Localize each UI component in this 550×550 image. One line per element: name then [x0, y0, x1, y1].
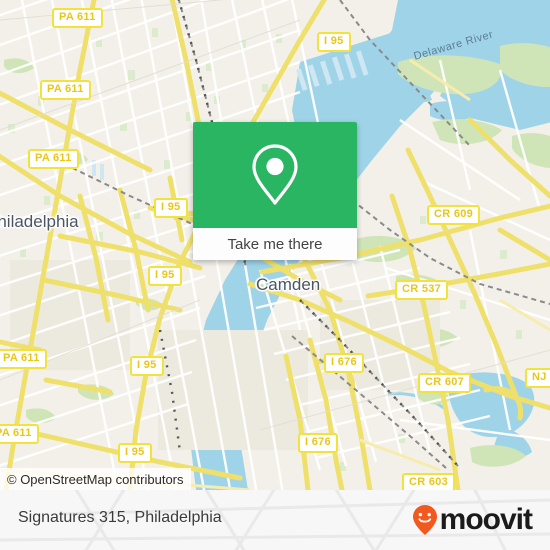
- moovit-pin-icon: [412, 505, 437, 535]
- shield-i-676-b[interactable]: I 676: [298, 433, 338, 453]
- shield-i-95-a[interactable]: I 95: [317, 32, 351, 52]
- map-pin-icon: [252, 144, 298, 205]
- shield-nj-3[interactable]: NJ 3: [525, 368, 550, 388]
- shield-pa-611-d[interactable]: PA 611: [0, 349, 47, 369]
- shield-cr-537[interactable]: CR 537: [395, 280, 449, 300]
- footer-bar: Signatures 315, Philadelphia moovit: [0, 490, 550, 550]
- osm-attribution[interactable]: © OpenStreetMap contributors: [0, 468, 191, 490]
- philadelphia-label: Philadelphia: [0, 212, 79, 231]
- shield-i-95-c[interactable]: I 95: [148, 266, 182, 286]
- take-me-there-button[interactable]: Take me there: [193, 228, 357, 260]
- shield-i-95-d[interactable]: I 95: [130, 356, 164, 376]
- shield-i-95-b[interactable]: I 95: [154, 198, 188, 218]
- shield-cr-607[interactable]: CR 607: [418, 373, 472, 393]
- shield-pa-611-a[interactable]: PA 611: [52, 8, 103, 28]
- page-title: Signatures 315, Philadelphia: [18, 509, 222, 526]
- shield-i-95-e[interactable]: I 95: [118, 443, 152, 463]
- shield-i-676-a[interactable]: I 676: [324, 353, 364, 373]
- moovit-wordmark: moovit: [439, 503, 533, 536]
- camden-label: Camden: [256, 275, 321, 294]
- moovit-map-screenshot: Philadelphia Camden Delaware River PA 61…: [0, 0, 550, 550]
- shield-pa-611-c[interactable]: PA 611: [28, 149, 79, 169]
- shield-cr-609[interactable]: CR 609: [427, 205, 481, 225]
- card-icon-area[interactable]: [193, 122, 357, 228]
- take-me-there-label: Take me there: [227, 235, 323, 253]
- shield-pa-611-b[interactable]: PA 611: [40, 80, 91, 100]
- shield-pa-611-e[interactable]: PA 611: [0, 424, 39, 444]
- shield-cr-603[interactable]: CR 603: [402, 473, 456, 490]
- moovit-logo[interactable]: moovit: [412, 503, 533, 536]
- take-me-there-card[interactable]: Take me there: [193, 122, 357, 260]
